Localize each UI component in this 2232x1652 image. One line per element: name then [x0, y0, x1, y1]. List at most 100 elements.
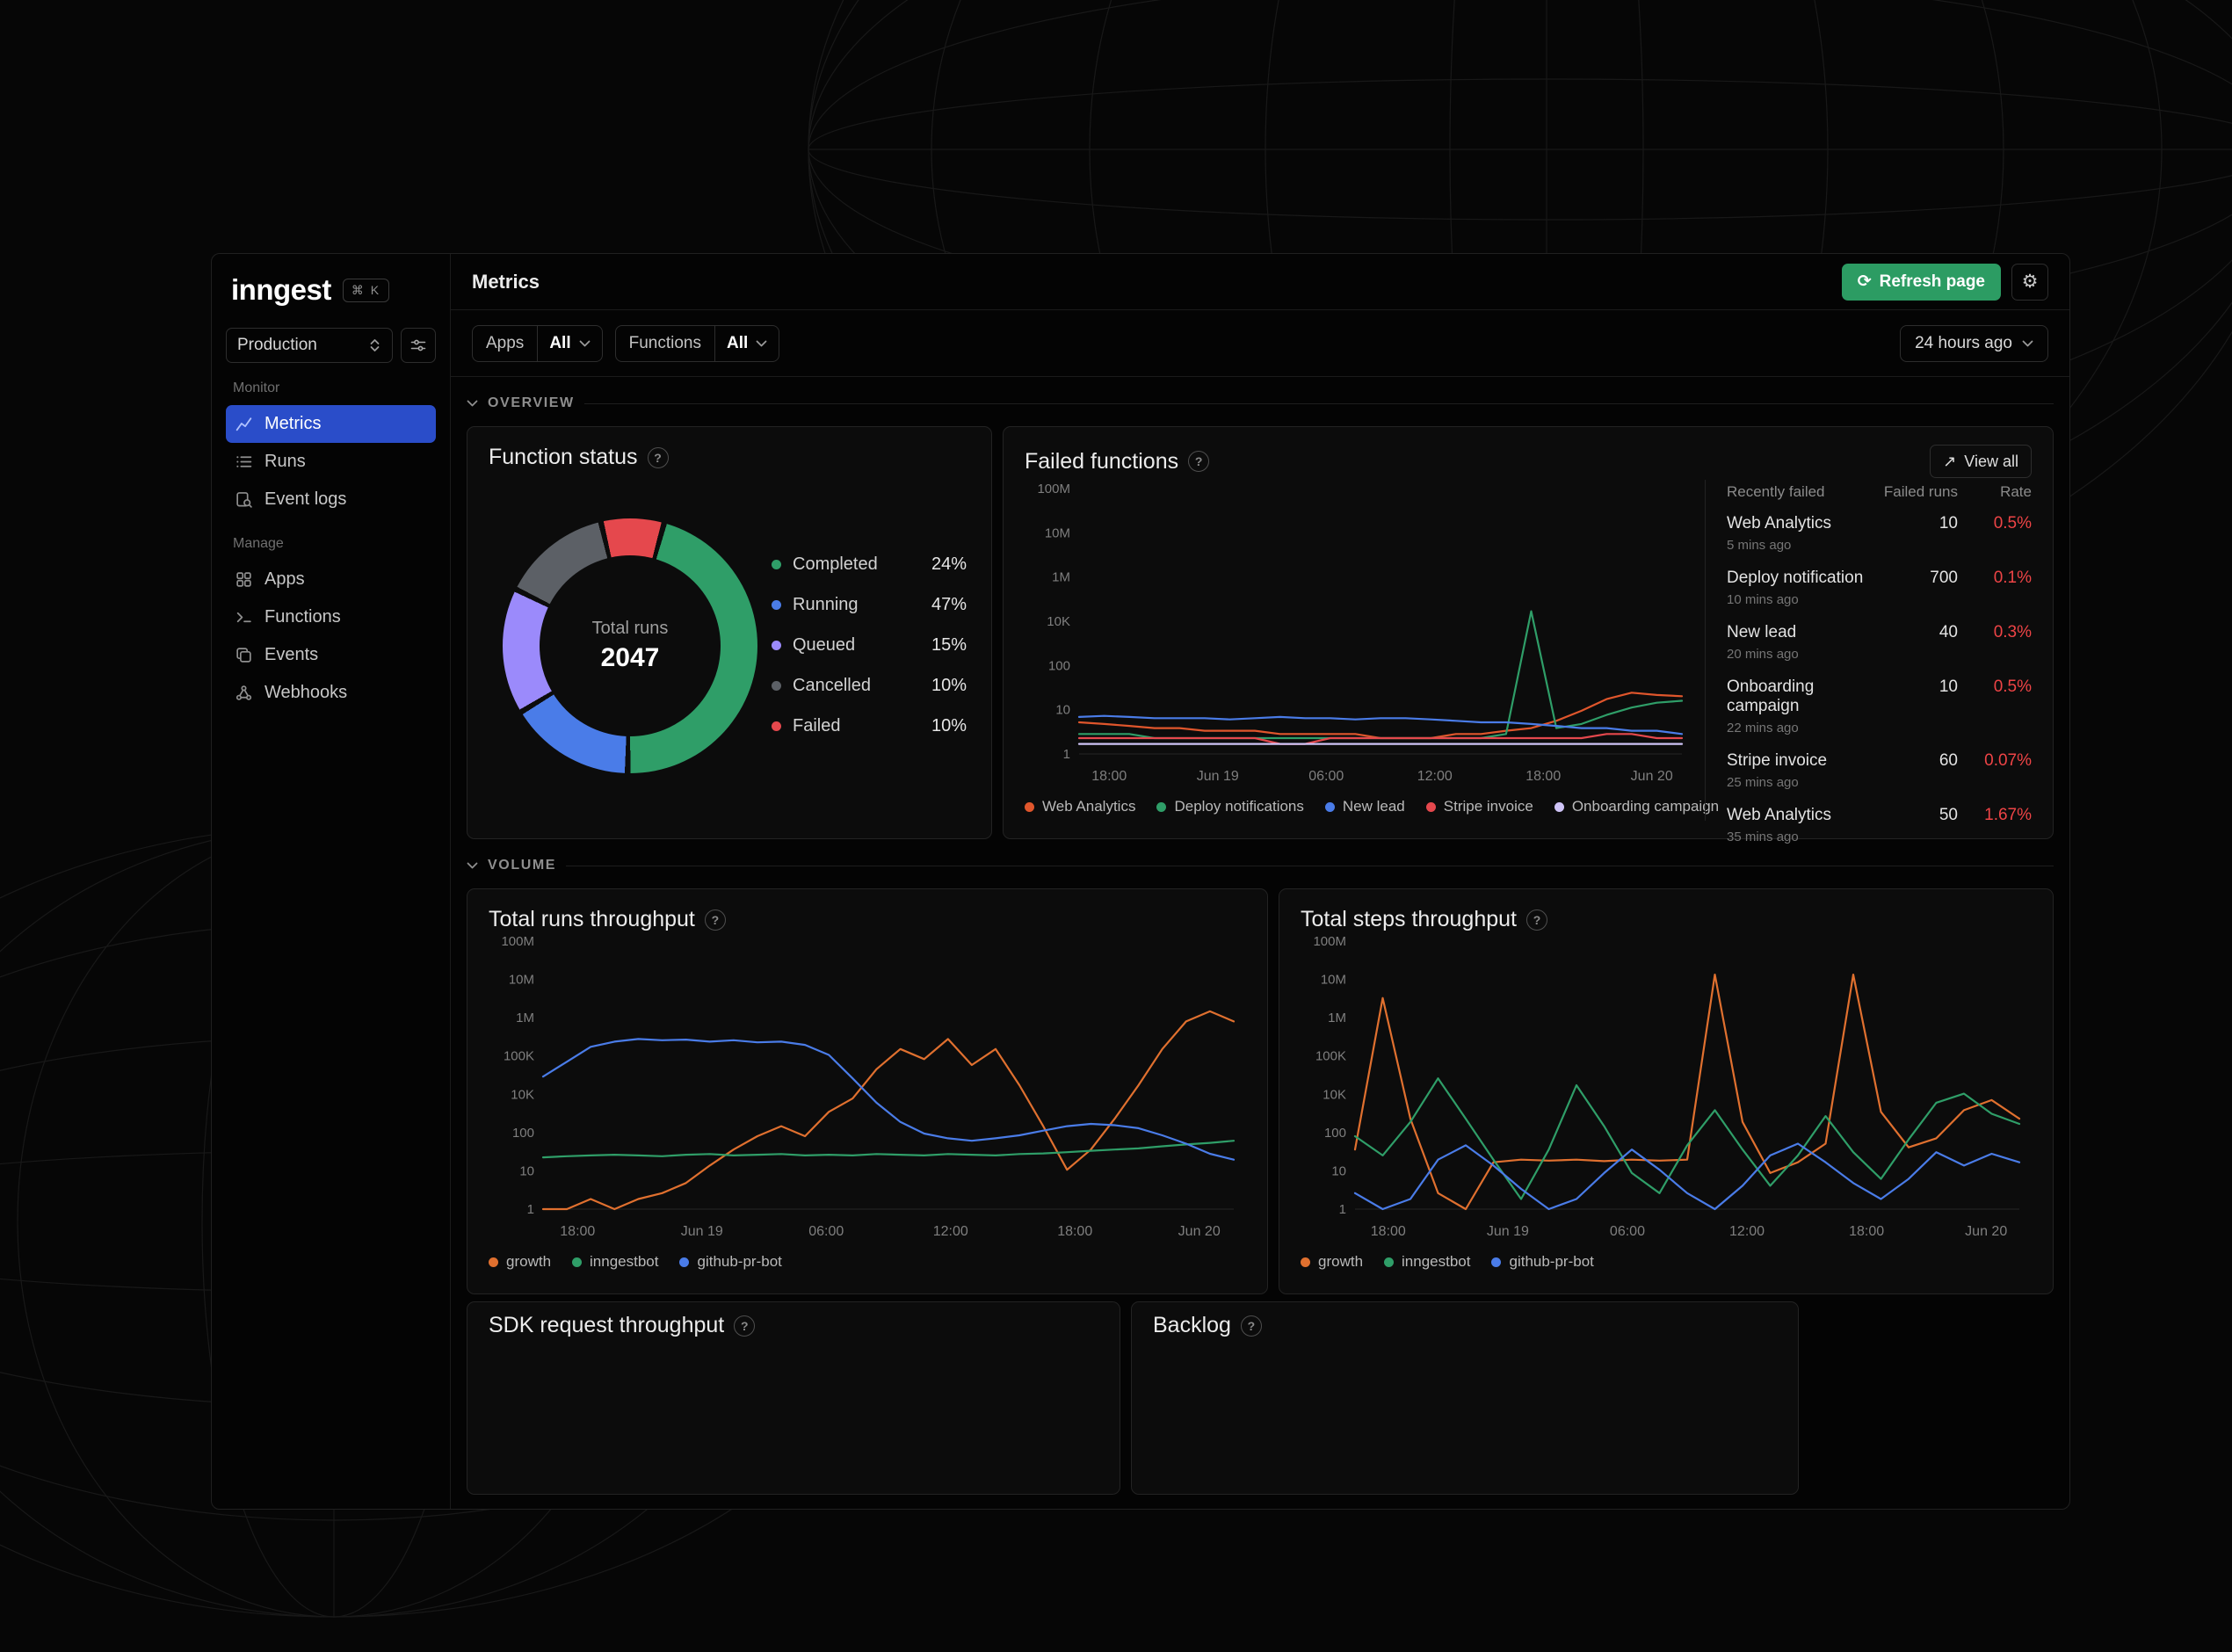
sidebar-item-label: Metrics — [265, 414, 322, 433]
svg-text:06:00: 06:00 — [1610, 1224, 1645, 1239]
sidebar-item-webhooks[interactable]: Webhooks — [226, 674, 436, 712]
table-row[interactable]: Web Analytics 35 mins ago 50 1.67% — [1727, 798, 2032, 852]
content: OVERVIEW Function status ? Total runs 20… — [451, 377, 2069, 1509]
svg-text:Jun 20: Jun 20 — [1631, 769, 1673, 784]
svg-text:10K: 10K — [1047, 614, 1070, 629]
chevron-down-icon — [467, 862, 478, 869]
legend-label: Stripe invoice — [1443, 798, 1533, 815]
info-icon[interactable]: ? — [734, 1315, 756, 1337]
sidebar-item-apps[interactable]: Apps — [226, 561, 436, 598]
total-runs-value: 2047 — [600, 642, 660, 672]
legend-dot — [1491, 1257, 1502, 1267]
svg-text:100: 100 — [1324, 1126, 1346, 1141]
table-row[interactable]: Onboarding campaign 22 mins ago 10 0.5% — [1727, 670, 2032, 743]
functions-filter-label: Functions — [616, 325, 715, 361]
svg-text:Jun 20: Jun 20 — [1178, 1224, 1221, 1239]
info-icon[interactable]: ? — [647, 446, 669, 468]
top-bar: Metrics ⟳ Refresh page ⚙ — [451, 254, 2069, 310]
environment-select[interactable]: Production — [226, 328, 393, 363]
sidebar-item-functions[interactable]: Functions — [226, 598, 436, 636]
failed-runs-count: 10 — [1939, 677, 1958, 696]
sidebar-item-events[interactable]: Events — [226, 636, 436, 674]
legend-item: github-pr-bot — [679, 1253, 782, 1271]
environment-filter-button[interactable] — [401, 328, 436, 363]
volume-section-header[interactable]: VOLUME — [467, 853, 2054, 878]
svg-text:18:00: 18:00 — [1849, 1224, 1884, 1239]
failed-runs-count: 700 — [1930, 569, 1958, 587]
failed-runs-count: 10 — [1939, 514, 1958, 533]
legend-label: Running — [793, 595, 859, 614]
backlog-card: Backlog ? — [1131, 1301, 1799, 1495]
refresh-page-button[interactable]: ⟳ Refresh page — [1841, 263, 2001, 301]
refresh-page-label: Refresh page — [1879, 272, 1985, 291]
legend-item: growth — [489, 1253, 551, 1271]
series-line-inngestbot — [541, 1140, 1236, 1159]
legend-label: github-pr-bot — [697, 1253, 782, 1270]
settings-button[interactable]: ⚙ — [2011, 263, 2048, 301]
apps-filter[interactable]: Apps All — [472, 324, 603, 362]
sidebar-item-event-logs[interactable]: Event logs — [226, 481, 436, 518]
total-steps-throughput-svg: 100M 10M 1M 100K 10K 100 10 1 18:00 Jun 19 06:00 12… — [1313, 934, 2021, 1239]
svg-text:10K: 10K — [511, 1087, 534, 1102]
backlog-title: Backlog — [1153, 1313, 1231, 1337]
chevron-down-icon — [2022, 340, 2033, 346]
svg-text:Jun 20: Jun 20 — [1965, 1224, 2007, 1239]
failed-rate: 0.1% — [1993, 569, 2032, 587]
recently-failed-table: Recently failed Failed runs Rate Web Ana… — [1705, 480, 2032, 844]
svg-text:Jun 19: Jun 19 — [1487, 1224, 1529, 1239]
time-range-select[interactable]: 24 hours ago — [1900, 324, 2048, 362]
table-row[interactable]: Deploy notification 10 mins ago 700 0.1% — [1727, 561, 2032, 615]
command-k-shortcut[interactable]: ⌘ K — [342, 278, 390, 302]
legend-dot — [572, 1257, 583, 1267]
svg-text:10M: 10M — [1045, 525, 1070, 540]
time-range-value: 24 hours ago — [1915, 333, 2012, 352]
legend-item: Stripe invoice — [1425, 798, 1533, 815]
svg-text:12:00: 12:00 — [1417, 769, 1453, 784]
svg-text:1M: 1M — [516, 1011, 534, 1025]
svg-text:Jun 19: Jun 19 — [681, 1224, 723, 1239]
svg-text:10M: 10M — [1321, 973, 1346, 988]
sidebar-section-manage: Manage — [233, 536, 284, 551]
legend-dot — [1384, 1257, 1395, 1267]
legend-percentage: 10% — [931, 676, 967, 695]
info-icon[interactable]: ? — [1526, 909, 1547, 931]
overview-section-header[interactable]: OVERVIEW — [467, 391, 2054, 416]
apps-filter-label: Apps — [473, 325, 539, 361]
functions-filter[interactable]: Functions All — [614, 324, 780, 362]
legend-label: Failed — [793, 716, 841, 735]
function-name: Web Analytics — [1727, 514, 1831, 533]
column-header-failed-runs: Failed runs — [1883, 483, 1958, 500]
table-row[interactable]: Stripe invoice 25 mins ago 60 0.07% — [1727, 743, 2032, 798]
table-row[interactable]: Web Analytics 5 mins ago 10 0.5% — [1727, 506, 2032, 561]
info-icon[interactable]: ? — [1240, 1315, 1262, 1337]
page-title: Metrics — [472, 270, 540, 293]
failed-functions-card: Failed functions ? ↗ View all 100M 10M 1M 1… — [1003, 426, 2054, 844]
legend-item: inngestbot — [1384, 1253, 1470, 1271]
status-legend-item: Queued 15% — [772, 635, 967, 656]
svg-text:18:00: 18:00 — [1057, 1224, 1092, 1239]
legend-percentage: 15% — [931, 635, 967, 655]
sidebar-item-label: Webhooks — [265, 683, 348, 702]
status-legend-item: Running 47% — [772, 595, 967, 615]
sidebar-item-label: Apps — [265, 569, 305, 589]
overview-section-title: OVERVIEW — [488, 395, 575, 410]
functions-filter-value: All — [726, 333, 749, 352]
status-legend-item: Failed 10% — [772, 716, 967, 736]
log-search-icon — [235, 490, 253, 509]
svg-text:100: 100 — [1048, 658, 1070, 673]
svg-text:100K: 100K — [504, 1049, 534, 1064]
failed-time-ago: 20 mins ago — [1727, 647, 1799, 662]
sidebar-item-metrics[interactable]: Metrics — [226, 405, 436, 443]
info-icon[interactable]: ? — [704, 909, 726, 931]
sidebar-item-runs[interactable]: Runs — [226, 443, 436, 481]
failed-time-ago: 10 mins ago — [1727, 592, 1799, 607]
series-line-growth — [1353, 973, 2021, 1211]
arrow-up-right-icon: ↗ — [1943, 452, 1957, 470]
table-row[interactable]: New lead 20 mins ago 40 0.3% — [1727, 615, 2032, 670]
info-icon[interactable]: ? — [1188, 451, 1210, 472]
main-area: Metrics ⟳ Refresh page ⚙ Apps All Functi… — [451, 254, 2069, 1509]
svg-text:100: 100 — [512, 1126, 534, 1141]
series-line-github-pr-bot — [541, 1038, 1236, 1161]
legend-percentage: 10% — [931, 716, 967, 735]
view-all-button[interactable]: ↗ View all — [1930, 445, 2032, 478]
